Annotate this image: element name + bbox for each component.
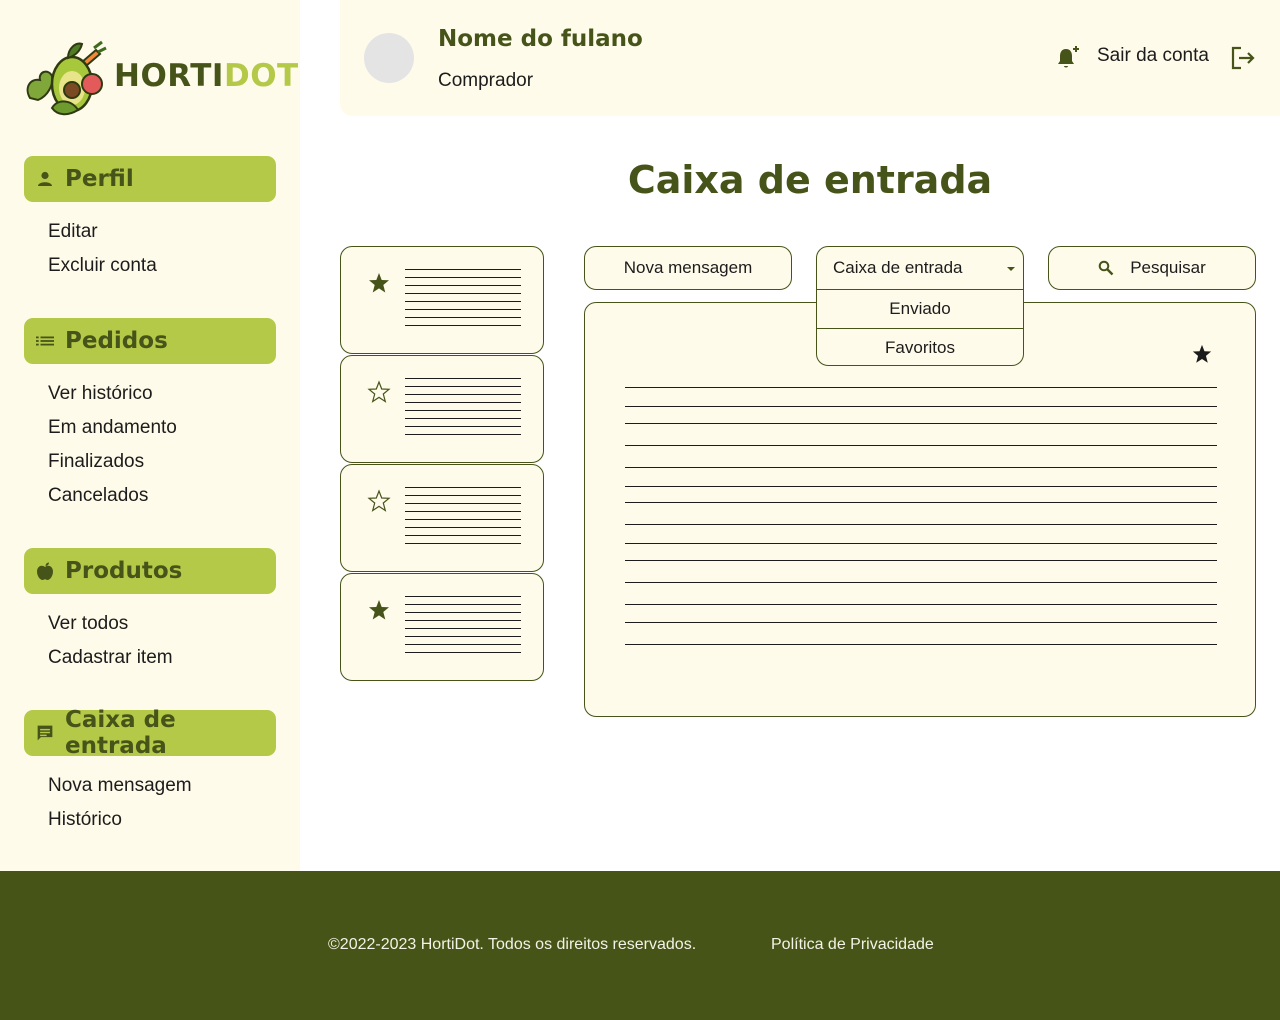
chat-icon	[36, 724, 54, 742]
message-card[interactable]	[340, 246, 544, 354]
sidebar-link-cancelados[interactable]: Cancelados	[48, 485, 148, 507]
message-preview-lines	[405, 378, 521, 442]
folder-option-enviado[interactable]: Enviado	[817, 290, 1023, 329]
caret-down-icon	[1007, 267, 1015, 271]
star-filled-icon[interactable]	[367, 271, 391, 295]
vegetables-logo-icon	[26, 40, 107, 116]
sidebar: HORTIDOT Perfil Editar Excluir conta Ped…	[0, 0, 300, 871]
sidebar-section-perfil[interactable]: Perfil	[24, 156, 276, 202]
logout-icon[interactable]	[1230, 45, 1256, 71]
folder-dropdown[interactable]: Caixa de entrada Enviado Favoritos	[816, 246, 1024, 366]
sidebar-link-finalizados[interactable]: Finalizados	[48, 451, 144, 473]
star-outline-icon[interactable]	[367, 380, 391, 404]
footer: ©2022-2023 HortiDot. Todos os direitos r…	[0, 871, 1280, 1020]
search-button[interactable]: Pesquisar	[1048, 246, 1256, 290]
star-filled-icon[interactable]	[367, 598, 391, 622]
message-card[interactable]	[340, 355, 544, 463]
section-title: Produtos	[65, 558, 183, 584]
sidebar-link-excluir-conta[interactable]: Excluir conta	[48, 255, 157, 277]
logo-text-part1: HORTI	[114, 58, 224, 94]
star-outline-icon[interactable]	[367, 489, 391, 513]
list-icon	[36, 332, 54, 350]
star-filled-icon[interactable]	[1191, 343, 1213, 365]
folder-selected-value: Caixa de entrada	[833, 258, 963, 277]
sidebar-link-cadastrar-item[interactable]: Cadastrar item	[48, 647, 173, 669]
section-title: Caixa de entrada	[65, 707, 176, 759]
message-card[interactable]	[340, 573, 544, 681]
footer-copyright: ©2022-2023 HortiDot. Todos os direitos r…	[328, 936, 697, 953]
folder-select[interactable]: Caixa de entrada	[817, 247, 1023, 290]
sidebar-section-produtos[interactable]: Produtos	[24, 548, 276, 594]
section-title: Perfil	[65, 166, 134, 192]
message-preview-lines	[405, 269, 521, 333]
search-icon	[1098, 260, 1114, 276]
message-preview-lines	[405, 487, 521, 551]
hortidot-logo[interactable]: HORTIDOT	[24, 38, 298, 118]
sidebar-section-caixa-de-entrada[interactable]: Caixa de entrada	[24, 707, 276, 759]
sidebar-link-ver-historico[interactable]: Ver histórico	[48, 383, 153, 405]
logo-text: HORTIDOT	[114, 58, 299, 94]
sidebar-link-nova-mensagem[interactable]: Nova mensagem	[48, 775, 192, 797]
avatar[interactable]	[364, 33, 414, 83]
sidebar-link-historico[interactable]: Histórico	[48, 809, 122, 831]
page-title: Caixa de entrada	[627, 158, 993, 202]
search-label: Pesquisar	[1130, 258, 1206, 277]
message-preview-lines	[405, 596, 521, 660]
user-header: Nome do fulano Comprador Sair da conta	[340, 0, 1280, 116]
sidebar-link-editar[interactable]: Editar	[48, 221, 98, 243]
message-card[interactable]	[340, 464, 544, 572]
folder-option-favoritos[interactable]: Favoritos	[817, 329, 1023, 365]
message-body-lines	[625, 387, 1217, 645]
sidebar-link-ver-todos[interactable]: Ver todos	[48, 613, 128, 635]
sidebar-link-em-andamento[interactable]: Em andamento	[48, 417, 177, 439]
user-role: Comprador	[438, 70, 534, 91]
privacy-policy-link[interactable]: Política de Privacidade	[771, 936, 934, 954]
new-message-button[interactable]: Nova mensagem	[584, 246, 792, 290]
logo-text-part2: DOT	[223, 58, 299, 94]
apple-icon	[36, 562, 54, 580]
logout-label[interactable]: Sair da conta	[1097, 45, 1209, 67]
person-icon	[36, 170, 54, 188]
section-title: Pedidos	[65, 328, 168, 354]
notification-bell-icon[interactable]	[1056, 46, 1080, 70]
user-name: Nome do fulano	[438, 26, 643, 52]
sidebar-section-pedidos[interactable]: Pedidos	[24, 318, 276, 364]
